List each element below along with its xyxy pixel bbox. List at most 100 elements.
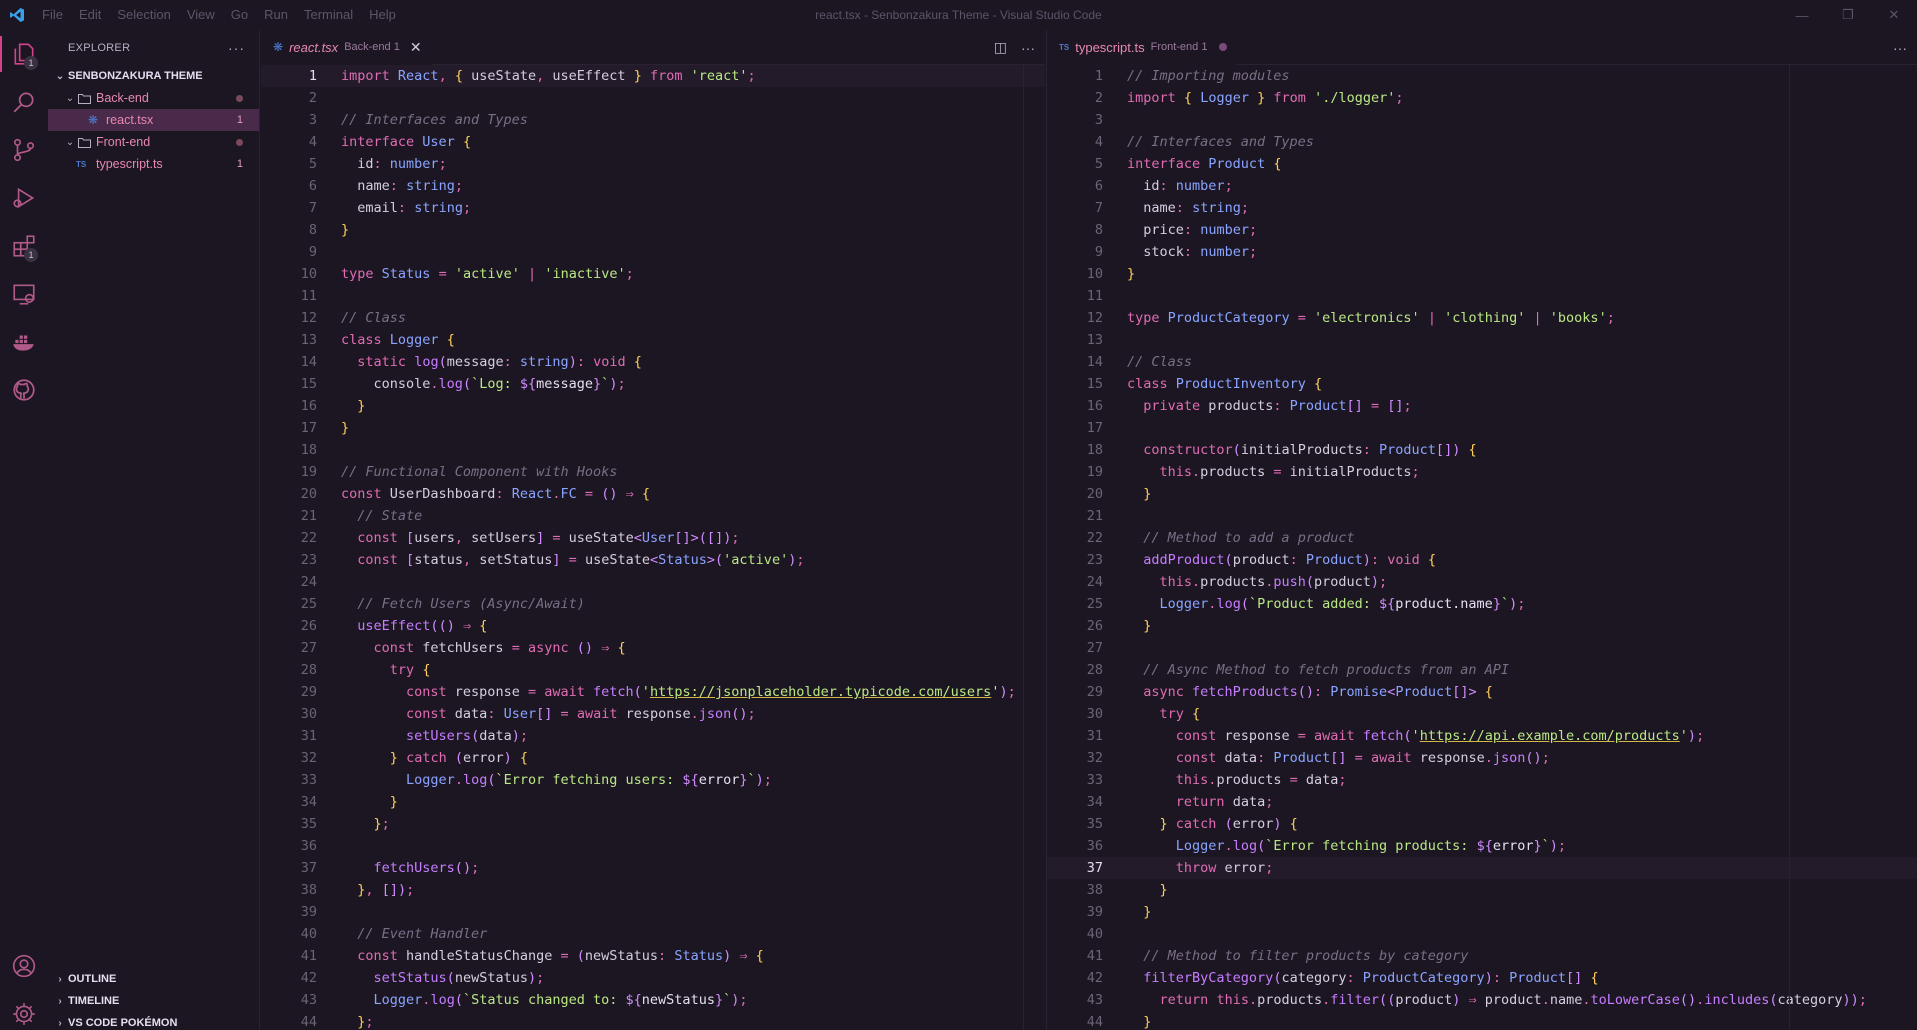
code-line[interactable]: 24	[261, 571, 1045, 593]
tree-folder-back-end[interactable]: ⌄ Back-end	[48, 87, 259, 109]
code-line[interactable]: 3 // Interfaces and Types	[261, 109, 1045, 131]
menu-selection[interactable]: Selection	[109, 0, 178, 30]
menu-help[interactable]: Help	[361, 0, 404, 30]
code-line[interactable]: 38 }, []);	[261, 879, 1045, 901]
github-icon[interactable]	[0, 366, 48, 414]
tree-file-typescript-ts[interactable]: TS typescript.ts 1	[48, 153, 259, 175]
more-actions-icon[interactable]: ···	[1021, 40, 1035, 56]
search-icon[interactable]	[0, 78, 48, 126]
code-line[interactable]: 28 try {	[261, 659, 1045, 681]
tab-typescript-ts[interactable]: TS typescript.ts Front-end 1	[1047, 30, 1238, 65]
code-line[interactable]: 10 type Status = 'active' | 'inactive';	[261, 263, 1045, 285]
code-line[interactable]: 4 // Interfaces and Types	[1047, 131, 1917, 153]
code-line[interactable]: 22 const [users, setUsers] = useState<Us…	[261, 527, 1045, 549]
workspace-section[interactable]: ⌄ SENBONZAKURA THEME	[48, 65, 259, 87]
code-line[interactable]: 18 constructor(initialProducts: Product[…	[1047, 439, 1917, 461]
code-line[interactable]: 17}	[261, 417, 1045, 439]
code-line[interactable]: 35 };	[261, 813, 1045, 835]
menu-go[interactable]: Go	[223, 0, 256, 30]
code-line[interactable]: 29 const response = await fetch('https:/…	[261, 681, 1045, 703]
code-line[interactable]: 8 price: number;	[1047, 219, 1917, 241]
code-line[interactable]: 30 try {	[1047, 703, 1917, 725]
run-debug-icon[interactable]	[0, 174, 48, 222]
code-line[interactable]: 27	[1047, 637, 1917, 659]
code-line[interactable]: 1 // Importing modules	[1047, 65, 1917, 87]
code-line[interactable]: 33 Logger.log(`Error fetching users: ${e…	[261, 769, 1045, 791]
restore-icon[interactable]: ❐	[1825, 0, 1871, 30]
code-line[interactable]: 35 } catch (error) {	[1047, 813, 1917, 835]
code-line[interactable]: 21 // State	[261, 505, 1045, 527]
tree-folder-front-end[interactable]: ⌄ Front-end	[48, 131, 259, 153]
code-line[interactable]: 11	[261, 285, 1045, 307]
code-line[interactable]: 28 // Async Method to fetch products fro…	[1047, 659, 1917, 681]
code-line[interactable]: 43 Logger.log(`Status changed to: ${newS…	[261, 989, 1045, 1011]
code-line[interactable]: 37 fetchUsers();	[261, 857, 1045, 879]
code-line[interactable]: 9	[261, 241, 1045, 263]
code-line[interactable]: 34 return data;	[1047, 791, 1917, 813]
vscode-pokemon-section[interactable]: › VS CODE POKÉMON	[48, 1012, 260, 1030]
code-line[interactable]: 14 static log(message: string): void {	[261, 351, 1045, 373]
code-line[interactable]: 34 }	[261, 791, 1045, 813]
code-line[interactable]: 42 filterByCategory(category: ProductCat…	[1047, 967, 1917, 989]
code-line[interactable]: 39	[261, 901, 1045, 923]
docker-icon[interactable]	[0, 318, 48, 366]
source-control-icon[interactable]	[0, 126, 48, 174]
tree-file-react-tsx[interactable]: ❋ react.tsx 1	[48, 109, 259, 131]
code-line[interactable]: 2	[261, 87, 1045, 109]
code-line[interactable]: 16 }	[261, 395, 1045, 417]
code-line[interactable]: 7 name: string;	[1047, 197, 1917, 219]
code-line[interactable]: 32 const data: Product[] = await respons…	[1047, 747, 1917, 769]
code-line[interactable]: 12 type ProductCategory = 'electronics' |…	[1047, 307, 1917, 329]
minimize-icon[interactable]: —	[1779, 0, 1825, 30]
extensions-icon[interactable]: 1	[0, 222, 48, 270]
code-line[interactable]: 25 // Fetch Users (Async/Await)	[261, 593, 1045, 615]
code-line[interactable]: 37 throw error;	[1047, 857, 1917, 879]
code-line[interactable]: 14 // Class	[1047, 351, 1917, 373]
code-line[interactable]: 5 interface Product {	[1047, 153, 1917, 175]
code-line[interactable]: 13	[1047, 329, 1917, 351]
code-line[interactable]: 13 class Logger {	[261, 329, 1045, 351]
code-line[interactable]: 5 id: number;	[261, 153, 1045, 175]
more-actions-icon[interactable]: ···	[1893, 40, 1907, 56]
code-line[interactable]: 25 Logger.log(`Product added: ${product.…	[1047, 593, 1917, 615]
code-line[interactable]: 40 // Event Handler	[261, 923, 1045, 945]
code-line[interactable]: 31 const response = await fetch('https:/…	[1047, 725, 1917, 747]
menu-terminal[interactable]: Terminal	[296, 0, 361, 30]
code-line[interactable]: 22 // Method to add a product	[1047, 527, 1917, 549]
remote-explorer-icon[interactable]	[0, 270, 48, 318]
menu-file[interactable]: File	[34, 0, 71, 30]
code-line[interactable]: 20 const UserDashboard: React.FC = () ⇒ {	[261, 483, 1045, 505]
code-area[interactable]: 1 // Importing modules 2 import { Logger } …	[1047, 65, 1917, 1030]
code-line[interactable]: 39 }	[1047, 901, 1917, 923]
files-icon[interactable]: 1	[0, 30, 48, 78]
code-line[interactable]: 9 stock: number;	[1047, 241, 1917, 263]
code-line[interactable]: 15 class ProductInventory {	[1047, 373, 1917, 395]
code-line[interactable]: 11	[1047, 285, 1917, 307]
code-line[interactable]: 15 console.log(`Log: ${message}`);	[261, 373, 1045, 395]
outline-section[interactable]: › OUTLINE	[48, 968, 260, 990]
menu-edit[interactable]: Edit	[71, 0, 109, 30]
code-area[interactable]: 1 import React, { useState, useEffect } f…	[261, 65, 1045, 1030]
code-line[interactable]: 41 // Method to filter products by categ…	[1047, 945, 1917, 967]
split-editor-icon[interactable]: ◫	[994, 39, 1007, 56]
code-line[interactable]: 21	[1047, 505, 1917, 527]
more-actions-icon[interactable]: ···	[228, 40, 245, 56]
code-line[interactable]: 16 private products: Product[] = [];	[1047, 395, 1917, 417]
code-line[interactable]: 6 name: string;	[261, 175, 1045, 197]
code-line[interactable]: 4 interface User {	[261, 131, 1045, 153]
code-line[interactable]: 38 }	[1047, 879, 1917, 901]
menu-run[interactable]: Run	[256, 0, 296, 30]
code-line[interactable]: 43 return this.products.filter((product)…	[1047, 989, 1917, 1011]
settings-gear-icon[interactable]	[0, 990, 48, 1030]
code-line[interactable]: 1 import React, { useState, useEffect } f…	[261, 65, 1045, 87]
code-line[interactable]: 12 // Class	[261, 307, 1045, 329]
code-line[interactable]: 36	[261, 835, 1045, 857]
account-icon[interactable]	[0, 942, 48, 990]
code-line[interactable]: 44 }	[1047, 1011, 1917, 1030]
timeline-section[interactable]: › TIMELINE	[48, 990, 260, 1012]
code-line[interactable]: 8}	[261, 219, 1045, 241]
code-line[interactable]: 17	[1047, 417, 1917, 439]
code-line[interactable]: 23 const [status, setStatus] = useState<…	[261, 549, 1045, 571]
code-line[interactable]: 19 // Functional Component with Hooks	[261, 461, 1045, 483]
code-line[interactable]: 29 async fetchProducts(): Promise<Produc…	[1047, 681, 1917, 703]
